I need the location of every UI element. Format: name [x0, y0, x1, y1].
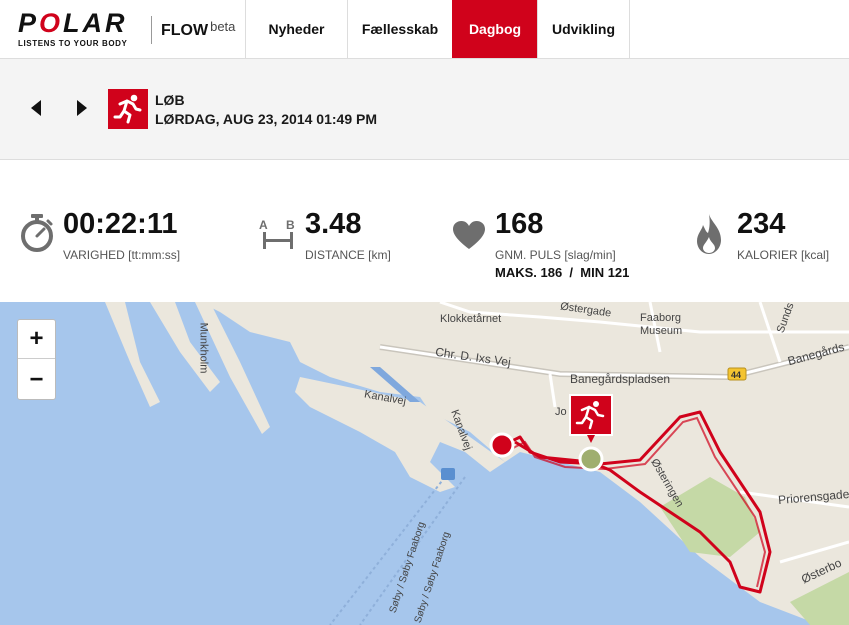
main-nav: Nyheder Fællesskab Dagbog Udvikling	[245, 0, 630, 58]
nav-item-nyheder[interactable]: Nyheder	[245, 0, 347, 58]
zoom-control: + −	[17, 319, 56, 400]
flame-icon	[695, 213, 723, 260]
runner-flag-icon[interactable]	[569, 394, 613, 436]
polar-logo[interactable]: POLAR LISTENS TO YOUR BODY	[18, 8, 148, 49]
logo-wordmark: POLAR	[18, 8, 128, 38]
previous-session-icon[interactable]	[31, 100, 41, 116]
start-marker-icon[interactable]	[489, 432, 515, 458]
map-label-munkholm: Munkholm	[197, 322, 210, 374]
duration-label: VARIGHED [tt:mm:ss]	[63, 248, 181, 262]
logo-tagline: LISTENS TO YOUR BODY	[18, 39, 128, 48]
route-map[interactable]: 44 + − Klokketårnet Faaborg Museum Chr. …	[0, 302, 849, 625]
session-stats: 00:22:11 VARIGHED [tt:mm:ss] A B 3.48 DI…	[0, 160, 849, 302]
map-label-banegaardspladsen: Banegårdspladsen	[570, 372, 671, 386]
heart-icon	[452, 220, 486, 255]
nav-item-udvikling[interactable]: Udvikling	[537, 0, 630, 58]
duration-value: 00:22:11	[63, 208, 178, 240]
zoom-out-button[interactable]: −	[18, 360, 55, 399]
product-name: FLOW beta	[161, 19, 235, 40]
distance-icon-a: A	[259, 218, 268, 232]
map-label-klokketaarnet: Klokketårnet	[440, 313, 502, 325]
session-header: LØB LØRDAG, AUG 23, 2014 01:49 PM	[0, 59, 849, 160]
harbour-finger-1	[105, 302, 160, 407]
map-canvas: 44	[105, 302, 849, 625]
calories-label: KALORIER [kcal]	[737, 248, 830, 262]
beta-tag: beta	[210, 19, 236, 34]
road-44-text: 44	[731, 370, 741, 380]
distance-icon: A B	[258, 217, 300, 256]
map-label-museum: Museum	[640, 325, 683, 337]
running-icon	[108, 89, 148, 129]
next-session-icon[interactable]	[77, 100, 87, 116]
distance-label: DISTANCE [km]	[305, 248, 391, 262]
nav-item-faellesskab[interactable]: Fællesskab	[347, 0, 452, 58]
calories-value: 234	[737, 208, 786, 240]
distance-value: 3.48	[305, 208, 362, 240]
session-date: LØRDAG, AUG 23, 2014 01:49 PM	[155, 111, 378, 127]
sport-name: LØB	[155, 92, 185, 108]
nav-item-dagbog[interactable]: Dagbog	[452, 0, 537, 58]
map-label-faaborg: Faaborg	[640, 312, 681, 324]
heart-rate-max-min: MAKS. 186 / MIN 121	[495, 265, 630, 280]
logo-divider	[151, 16, 152, 44]
product-title: FLOW	[161, 22, 209, 39]
ferry-icon	[441, 468, 455, 480]
map-label-jo: Jo	[555, 406, 567, 418]
end-marker-icon[interactable]	[578, 446, 604, 472]
stopwatch-icon	[20, 213, 54, 258]
zoom-in-button[interactable]: +	[18, 320, 55, 359]
distance-icon-b: B	[286, 218, 295, 232]
top-navigation-bar: POLAR LISTENS TO YOUR BODY FLOW beta Nyhe…	[0, 0, 849, 59]
heart-rate-value: 168	[495, 208, 544, 240]
heart-rate-label: GNM. PULS [slag/min]	[495, 248, 616, 262]
